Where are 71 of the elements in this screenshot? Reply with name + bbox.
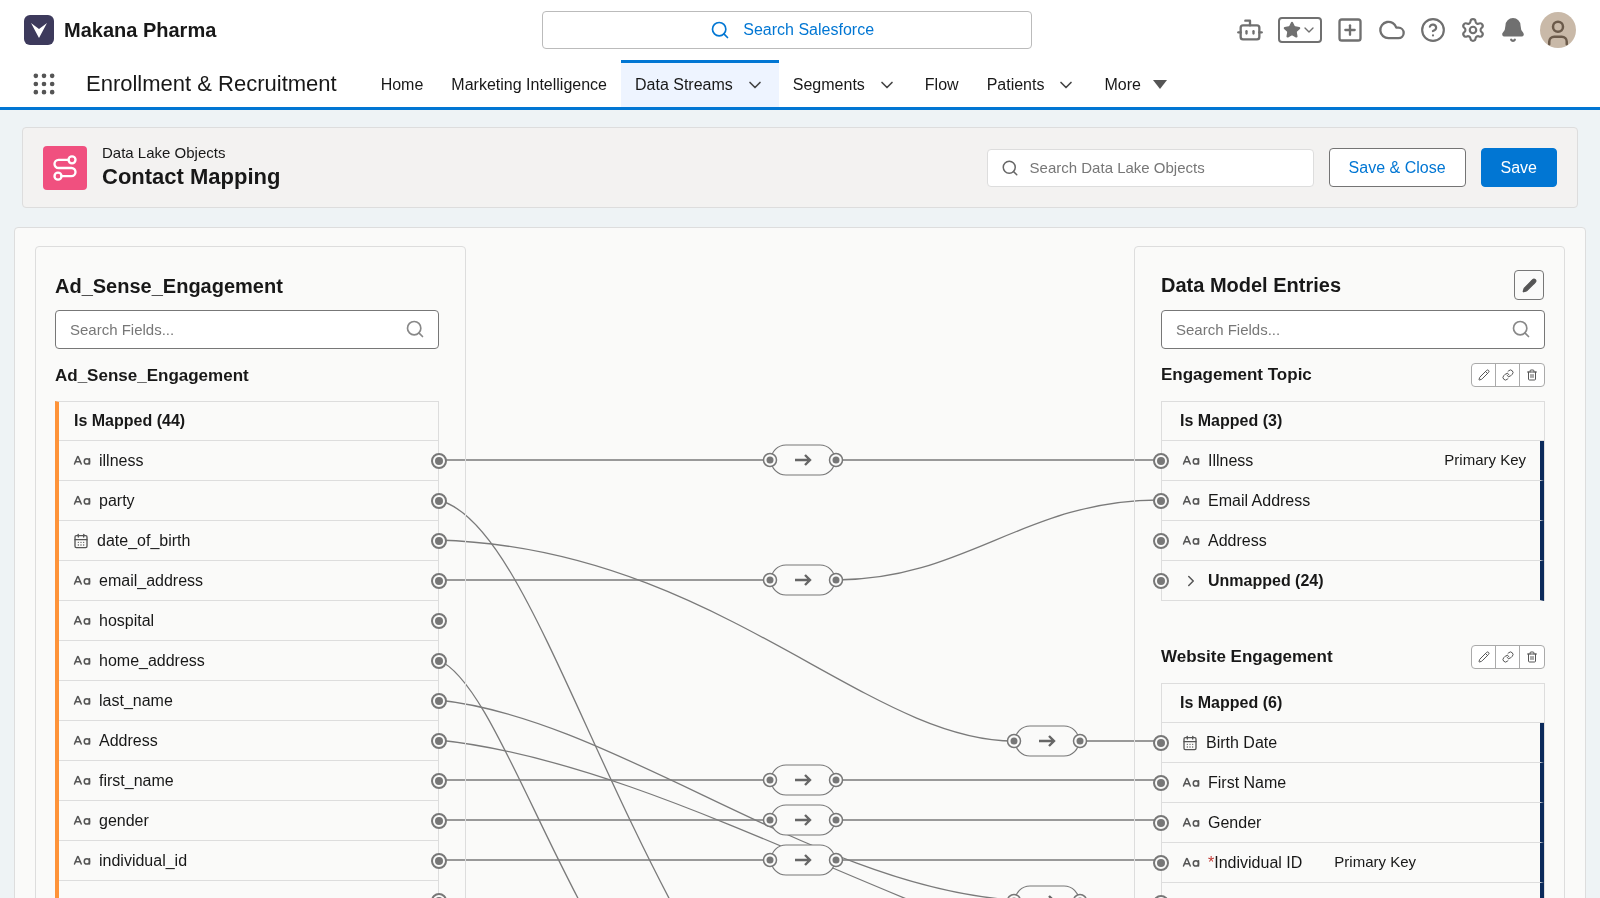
panel-title: Ad_Sense_Engagement xyxy=(55,274,284,299)
connector-handle[interactable] xyxy=(431,733,447,749)
object-name: Website Engagement xyxy=(1161,646,1333,669)
connector-handle[interactable] xyxy=(1153,775,1169,791)
help-icon[interactable] xyxy=(1420,17,1446,43)
search-field[interactable]: Search Fields... xyxy=(55,310,439,349)
nav-tab[interactable]: Data Streams xyxy=(621,60,779,107)
nav-tab[interactable]: More xyxy=(1090,60,1181,107)
notifications-icon[interactable] xyxy=(1500,17,1526,43)
connector-handle[interactable] xyxy=(431,853,447,869)
connector-handle[interactable] xyxy=(1153,573,1169,589)
nav-tab[interactable]: Flow xyxy=(910,60,973,107)
page-title: Contact Mapping xyxy=(102,163,281,191)
connector-handle[interactable] xyxy=(431,693,447,709)
nav-tab[interactable]: Segments xyxy=(778,60,911,107)
plus-icon[interactable] xyxy=(1336,16,1364,44)
connector-handle[interactable] xyxy=(431,613,447,629)
object-name: Ad_Sense_Engagement xyxy=(55,365,250,387)
calendar-icon xyxy=(73,532,89,549)
pencil-icon xyxy=(1521,277,1537,293)
connector-handle[interactable] xyxy=(431,653,447,669)
object-name: Engagement Topic xyxy=(1161,364,1312,387)
logo-icon xyxy=(24,15,54,45)
panel-title: Data Model Entries xyxy=(1161,273,1342,298)
group-header: Is Mapped (44) xyxy=(59,402,438,441)
app-name: Enrollment & Recruitment xyxy=(86,70,337,98)
required-mark: * xyxy=(1208,852,1215,873)
connector-handle[interactable] xyxy=(1153,453,1169,469)
connector-handle[interactable] xyxy=(431,813,447,829)
global-search-field[interactable]: Search Salesforce xyxy=(542,11,1033,49)
connector-handle[interactable] xyxy=(1153,735,1169,751)
page-subtitle: Data Lake Objects xyxy=(102,144,227,164)
search-field[interactable]: Search Fields... xyxy=(1161,310,1545,349)
header-button[interactable]: Save xyxy=(1480,148,1557,187)
trash-icon xyxy=(1526,651,1538,663)
link-icon xyxy=(1501,651,1514,663)
connector-handle[interactable] xyxy=(1153,493,1169,509)
calendar-icon xyxy=(1182,734,1198,751)
group-header: Is Mapped (3) xyxy=(1162,402,1544,441)
group-header: Is Mapped (6) xyxy=(1162,684,1544,723)
edit-button[interactable] xyxy=(1514,270,1544,300)
connector-handle[interactable] xyxy=(1153,855,1169,871)
connector-handle[interactable] xyxy=(1153,815,1169,831)
trash-icon xyxy=(1526,369,1538,381)
source-field-row[interactable]: date_of_birth xyxy=(59,521,438,561)
key-label: Primary Key xyxy=(1334,852,1416,873)
connector-handle[interactable] xyxy=(431,493,447,509)
header-button[interactable]: Save & Close xyxy=(1328,148,1466,187)
connector-handle[interactable] xyxy=(431,453,447,469)
org-name: Makana Pharma xyxy=(64,18,217,43)
favorites-button[interactable] xyxy=(1278,17,1322,43)
avatar[interactable] xyxy=(1540,12,1576,48)
pencil-icon xyxy=(1477,369,1490,381)
pencil-icon xyxy=(1477,651,1490,663)
caret-down-icon xyxy=(1152,80,1167,90)
connector-handle[interactable] xyxy=(431,533,447,549)
key-label: Primary Key xyxy=(1444,450,1526,471)
nav-tab[interactable]: Marketing Intelligence xyxy=(437,60,621,107)
search-icon xyxy=(710,20,731,40)
connector-handle[interactable] xyxy=(1153,533,1169,549)
nav-tab[interactable]: Home xyxy=(366,60,438,107)
nav-tab[interactable]: Patients xyxy=(972,60,1091,107)
link-icon xyxy=(1501,369,1514,381)
settings-icon[interactable] xyxy=(1460,17,1486,43)
search-icon xyxy=(1000,158,1019,177)
connector-handle[interactable] xyxy=(431,573,447,589)
mapping-icon xyxy=(43,145,87,190)
search-icon xyxy=(405,319,425,339)
connector-handle[interactable] xyxy=(431,773,447,789)
search-icon xyxy=(1511,319,1531,339)
star-icon xyxy=(1283,21,1301,39)
